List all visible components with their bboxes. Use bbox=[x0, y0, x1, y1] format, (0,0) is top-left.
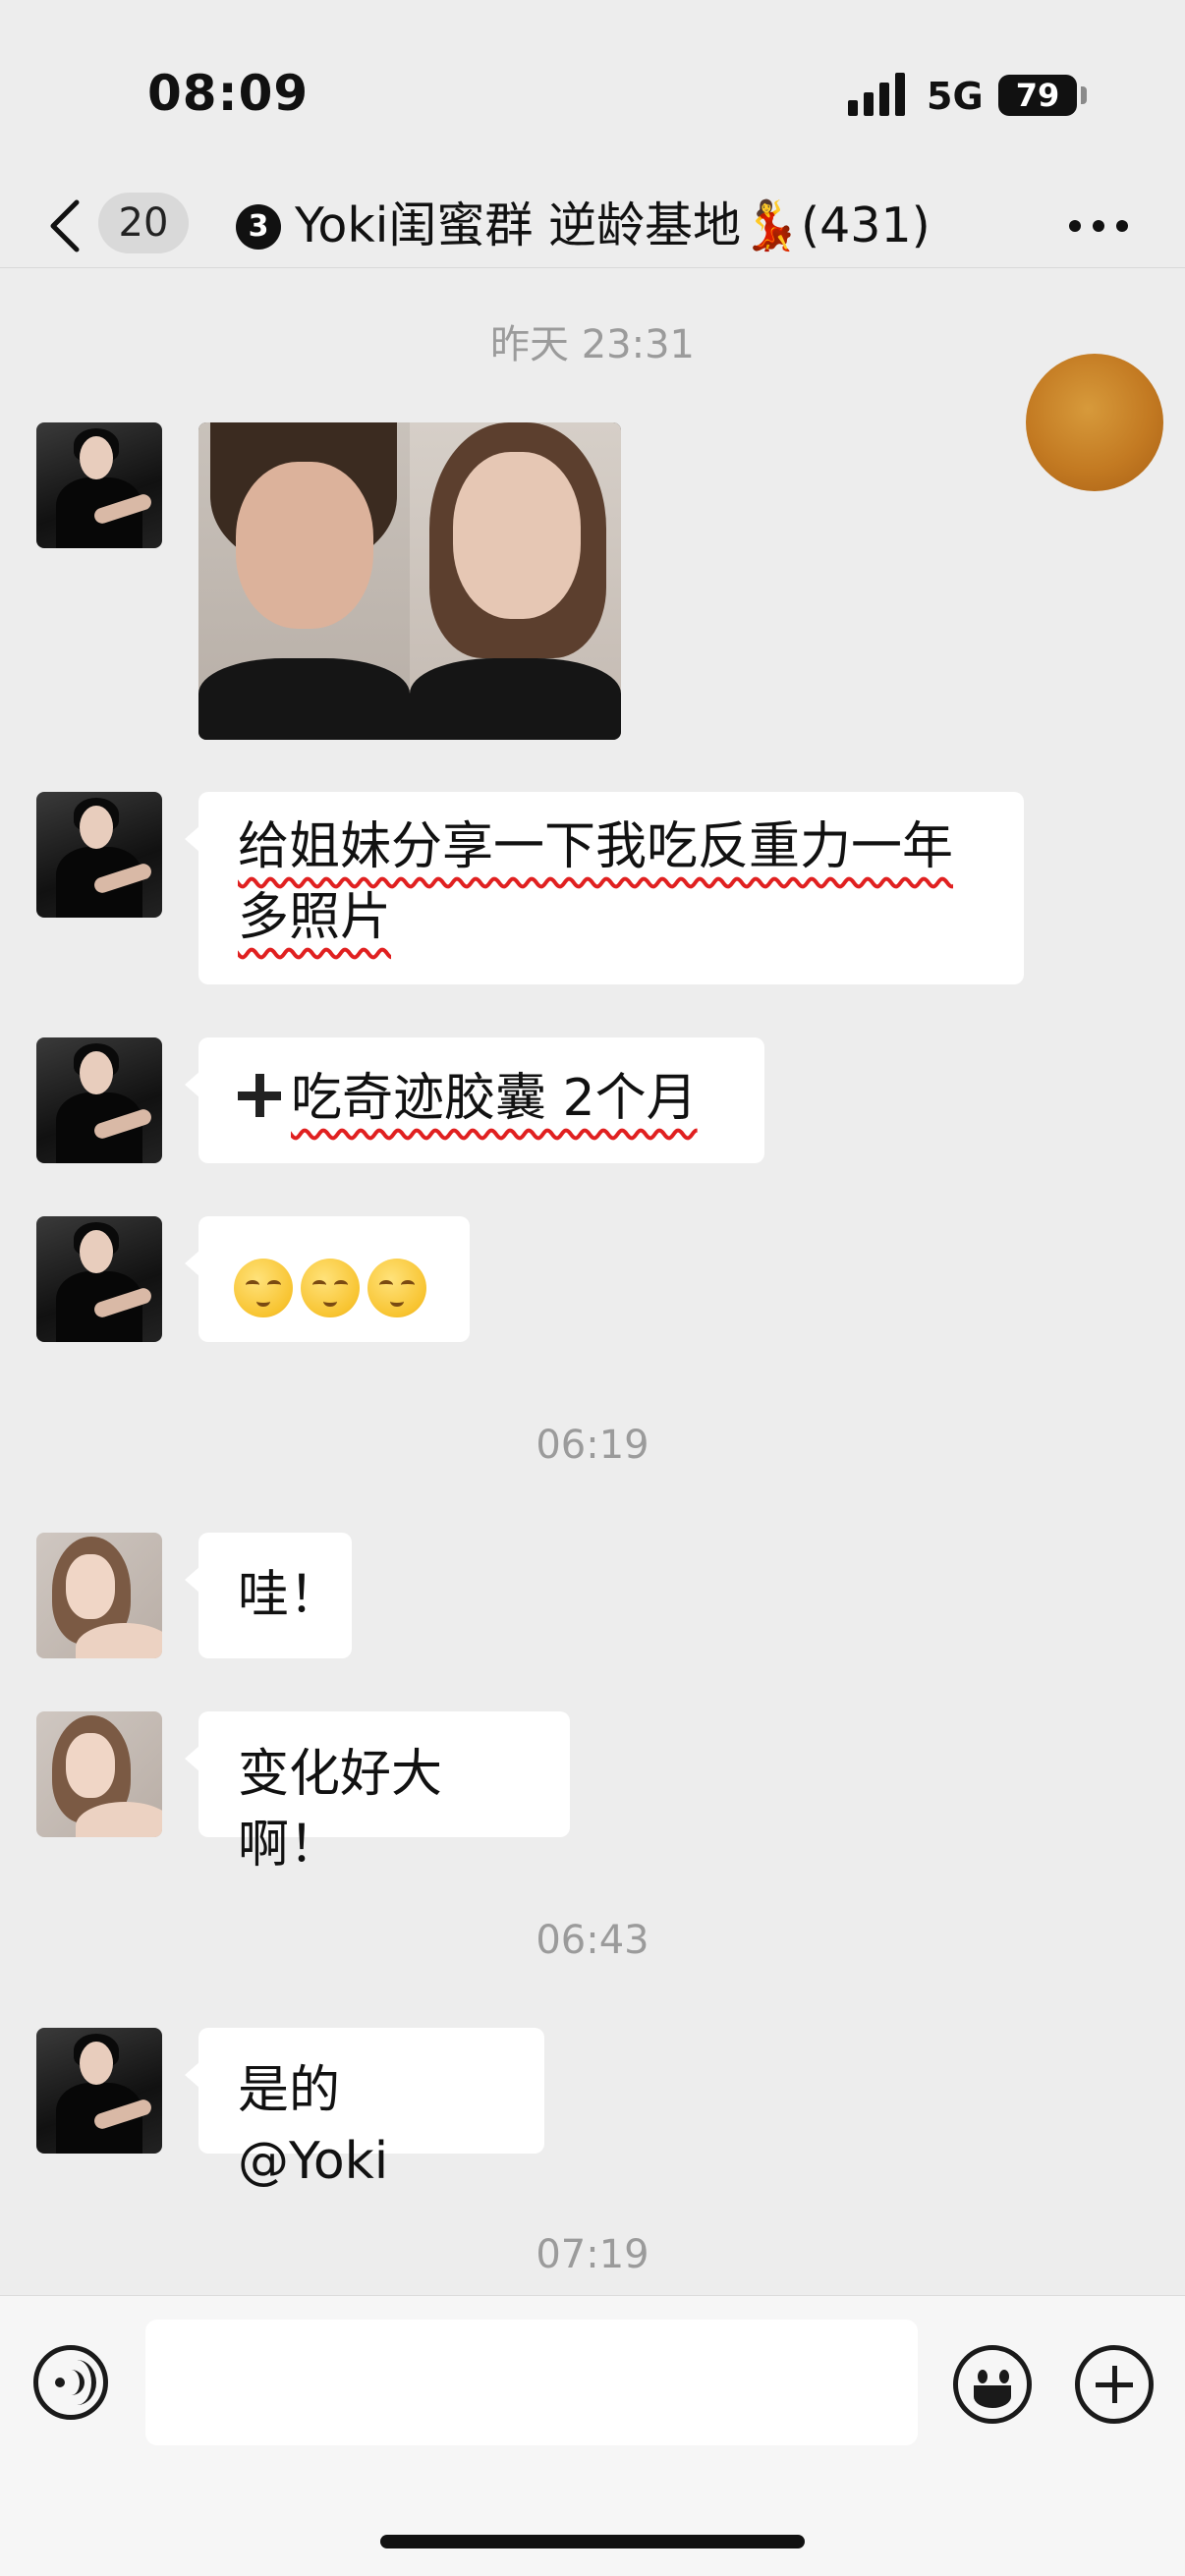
battery-icon: 79 bbox=[998, 75, 1077, 116]
floating-bubble-icon[interactable] bbox=[1026, 354, 1163, 491]
message-bubble[interactable]: 给姐妹分享一下我吃反重力一年多照片 bbox=[185, 792, 1024, 984]
title-number-badge: 3 bbox=[236, 204, 281, 250]
timestamp-divider: 06:43 bbox=[536, 1918, 649, 1963]
message-bubble[interactable]: 吃奇迹胶囊 2个月 bbox=[185, 1037, 764, 1163]
signal-strength-icon bbox=[848, 73, 907, 116]
avatar-member-b[interactable] bbox=[36, 1533, 162, 1658]
relieved-face-emoji-icon bbox=[234, 1259, 293, 1317]
avatar-member-a[interactable] bbox=[36, 2028, 162, 2154]
message-text: 变化好大啊！ bbox=[238, 1745, 443, 1875]
avatar-member-a[interactable] bbox=[36, 422, 162, 548]
message-bubble[interactable]: 变化好大啊！ bbox=[185, 1711, 570, 1875]
back-chevron-icon[interactable] bbox=[43, 196, 94, 255]
avatar-member-b[interactable] bbox=[36, 1711, 162, 1837]
chat-screen: 08:09 5G 79 20 3 Yoki闺蜜群 逆龄基地💃(431) 昨天 23… bbox=[0, 0, 1185, 2576]
nav-bar: 20 3 Yoki闺蜜群 逆龄基地💃(431) bbox=[0, 187, 1185, 268]
battery-cap bbox=[1081, 86, 1087, 104]
unread-count-badge[interactable]: 20 bbox=[98, 193, 189, 253]
message-input[interactable] bbox=[145, 2320, 918, 2445]
timestamp-divider: 07:19 bbox=[536, 2232, 649, 2277]
image-message[interactable] bbox=[198, 422, 621, 740]
relieved-face-emoji-icon bbox=[301, 1259, 360, 1317]
emoji-message-bubble[interactable] bbox=[185, 1216, 470, 1342]
voice-input-icon[interactable] bbox=[33, 2345, 108, 2420]
chat-title-text: Yoki闺蜜群 逆龄基地💃(431) bbox=[295, 197, 931, 253]
avatar-member-a[interactable] bbox=[36, 1037, 162, 1163]
more-functions-plus-icon[interactable] bbox=[1075, 2345, 1154, 2424]
message-text: 哇！ bbox=[238, 1566, 341, 1625]
avatar-member-a[interactable] bbox=[36, 1216, 162, 1342]
avatar-member-a[interactable] bbox=[36, 792, 162, 918]
message-bubble[interactable]: 哇！ bbox=[185, 1533, 352, 1658]
relieved-face-emoji-icon bbox=[367, 1259, 426, 1317]
more-options-icon[interactable] bbox=[1069, 220, 1128, 234]
home-indicator[interactable] bbox=[380, 2535, 805, 2548]
message-bubble[interactable]: 是的 @Yoki bbox=[185, 2028, 544, 2191]
message-text: 给姐妹分享一下我吃反重力一年多照片 bbox=[238, 817, 954, 947]
plus-icon bbox=[238, 1074, 281, 1117]
status-time: 08:09 bbox=[147, 65, 310, 122]
emoji-picker-icon[interactable] bbox=[953, 2345, 1032, 2424]
timestamp-divider: 06:19 bbox=[536, 1423, 649, 1468]
chat-title[interactable]: 3 Yoki闺蜜群 逆龄基地💃(431) bbox=[236, 195, 931, 257]
message-text: 吃奇迹胶囊 2个月 bbox=[291, 1069, 698, 1128]
status-bar: 08:09 5G 79 bbox=[0, 0, 1185, 187]
message-text: 是的 @Yoki bbox=[238, 2061, 389, 2191]
network-label: 5G bbox=[927, 75, 984, 118]
timestamp-divider: 昨天 23:31 bbox=[490, 322, 695, 367]
